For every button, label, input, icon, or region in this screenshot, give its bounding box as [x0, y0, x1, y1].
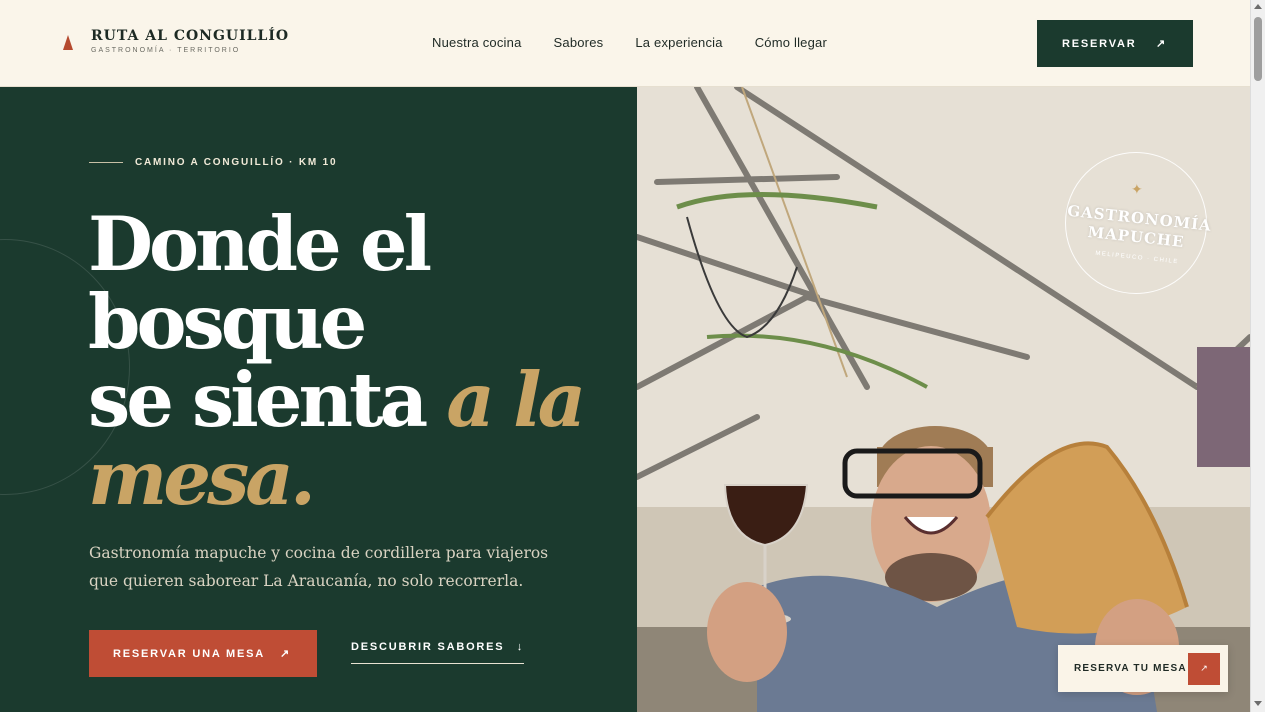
- eyebrow-rule: [89, 162, 123, 163]
- brand-name: RUTA AL CONGUILLÍO: [91, 28, 290, 44]
- mountain-icon: [63, 35, 73, 50]
- main-nav: Nuestra cocina Sabores La experiencia Có…: [432, 35, 827, 50]
- reserve-button-label: RESERVAR: [1062, 37, 1137, 50]
- floating-reserve-button[interactable]: ↗: [1188, 652, 1220, 685]
- brand-tagline: GASTRONOMÍA · TERRITORIO: [91, 47, 241, 54]
- scroll-down-arrow-icon[interactable]: [1254, 701, 1262, 706]
- headline-accent-2: mesa.: [88, 434, 316, 522]
- nav-item-sabores[interactable]: Sabores: [554, 35, 604, 50]
- arrow-up-right-icon: ↗: [1155, 38, 1167, 50]
- arrow-up-right-icon: ↗: [279, 648, 291, 660]
- reserve-table-button[interactable]: RESERVAR UNA MESA ↗: [89, 630, 317, 677]
- floating-reserve-label: RESERVA TU MESA: [1074, 663, 1187, 674]
- scroll-up-arrow-icon[interactable]: [1254, 4, 1262, 9]
- brand-text: RUTA AL CONGUILLÍO GASTRONOMÍA · TERRITO…: [91, 28, 289, 54]
- reserve-table-label: RESERVAR UNA MESA: [113, 647, 266, 660]
- hero-headline: Donde el bosque se sienta a la mesa.: [88, 205, 608, 517]
- hero-eyebrow: CAMINO A CONGUILLÍO · KM 10: [89, 157, 337, 168]
- headline-line-3: se sienta: [88, 356, 428, 444]
- brand-logo[interactable]: RUTA AL CONGUILLÍO GASTRONOMÍA · TERRITO…: [63, 28, 289, 54]
- headline-line-2: bosque: [88, 278, 367, 366]
- hero-text-panel: CAMINO A CONGUILLÍO · KM 10 Donde el bos…: [0, 87, 637, 712]
- star-icon: ✦: [1131, 181, 1143, 197]
- scrollbar-thumb[interactable]: [1254, 17, 1262, 81]
- reserve-button[interactable]: RESERVAR ↗: [1037, 20, 1193, 67]
- arrow-up-right-icon: ↗: [1200, 663, 1208, 673]
- nav-item-la-experiencia[interactable]: La experiencia: [635, 35, 722, 50]
- headline-line-1: Donde el: [88, 200, 432, 288]
- hero-photo: ✦ GASTRONOMÍA MAPUCHE MELIPEUCO · CHILE …: [637, 87, 1250, 712]
- page-scrollbar[interactable]: [1250, 0, 1265, 712]
- discover-flavors-label: DESCUBRIR SABORES: [351, 641, 505, 653]
- floating-reserve-card[interactable]: RESERVA TU MESA ↗: [1058, 645, 1228, 692]
- nav-item-como-llegar[interactable]: Cómo llegar: [755, 35, 827, 50]
- badge-title: GASTRONOMÍA MAPUCHE: [1064, 202, 1212, 255]
- discover-flavors-link[interactable]: DESCUBRIR SABORES ↓: [351, 641, 524, 664]
- nav-item-nuestra-cocina[interactable]: Nuestra cocina: [432, 35, 522, 50]
- gastronomy-badge: ✦ GASTRONOMÍA MAPUCHE MELIPEUCO · CHILE: [1064, 152, 1213, 294]
- hero-lead: Gastronomía mapuche y cocina de cordille…: [89, 544, 549, 590]
- arrow-down-icon: ↓: [516, 641, 524, 653]
- eyebrow-text: CAMINO A CONGUILLÍO · KM 10: [135, 157, 338, 168]
- site-header: RUTA AL CONGUILLÍO GASTRONOMÍA · TERRITO…: [0, 0, 1250, 87]
- headline-accent-1: a la: [446, 356, 586, 444]
